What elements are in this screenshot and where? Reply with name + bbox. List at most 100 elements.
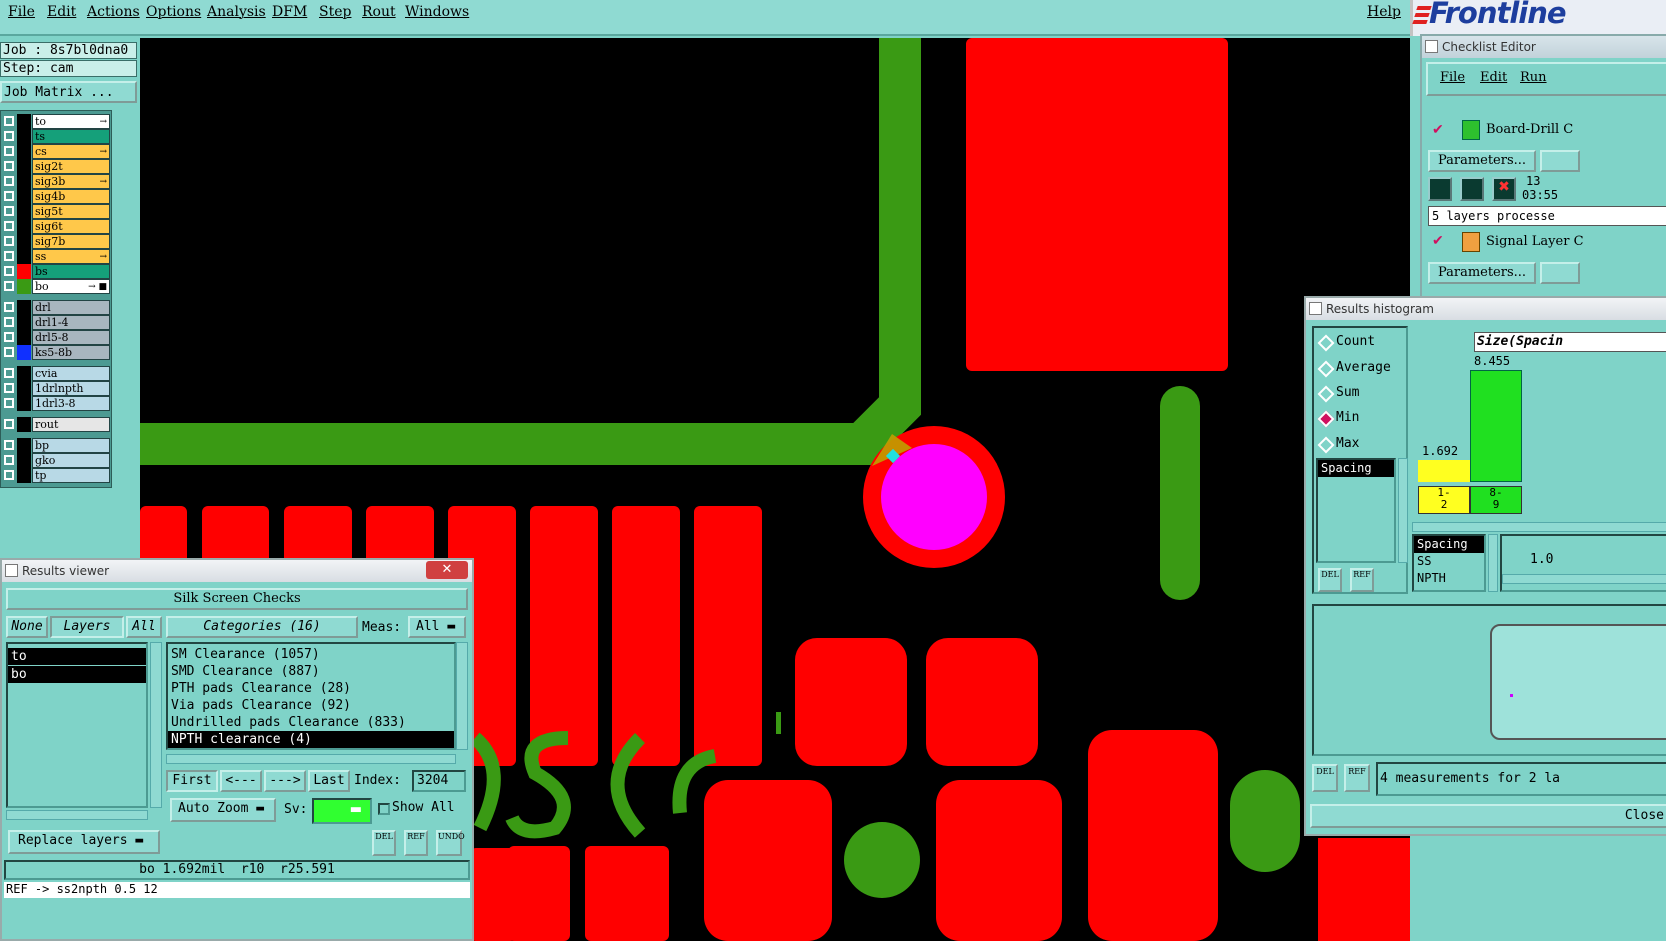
- layer-name[interactable]: ks5-8b: [32, 345, 110, 360]
- layer-checkbox[interactable]: [4, 455, 14, 465]
- checklist-menu-edit[interactable]: Edit: [1480, 70, 1507, 85]
- layer-color-swatch[interactable]: [17, 417, 31, 432]
- menu-edit[interactable]: Edit: [47, 4, 76, 20]
- layer-color-swatch[interactable]: [17, 345, 31, 360]
- check-icon[interactable]: ✔: [1432, 233, 1444, 249]
- layer-results-list[interactable]: to bo: [6, 642, 148, 808]
- del-icon[interactable]: DEL: [372, 830, 396, 856]
- layer-checkbox[interactable]: [4, 281, 14, 291]
- layer-checkbox[interactable]: [4, 251, 14, 261]
- first-button[interactable]: First: [166, 770, 218, 792]
- scrollbar[interactable]: [166, 754, 456, 764]
- radio-min[interactable]: [1317, 410, 1335, 428]
- layer-color-swatch[interactable]: [17, 315, 31, 330]
- layer-checkbox[interactable]: [4, 131, 14, 141]
- scrollbar[interactable]: [150, 642, 162, 808]
- checklist-menu-run[interactable]: Run: [1520, 70, 1547, 85]
- option-sum[interactable]: Sum: [1336, 385, 1359, 400]
- layer-checkbox[interactable]: [4, 161, 14, 171]
- menu-windows[interactable]: Windows: [405, 4, 469, 20]
- prev-button[interactable]: <---: [220, 770, 262, 792]
- layer-row-sig7b[interactable]: sig7b: [1, 234, 111, 249]
- sub-list-item[interactable]: Spacing: [1414, 536, 1484, 553]
- layer-result-item[interactable]: to: [8, 648, 146, 665]
- layer-row-sig4b[interactable]: sig4b: [1, 189, 111, 204]
- layer-row-drl[interactable]: drl: [1, 300, 111, 315]
- layer-color-swatch[interactable]: [17, 219, 31, 234]
- layer-color-swatch[interactable]: [17, 381, 31, 396]
- scrollbar[interactable]: [456, 642, 468, 750]
- show-all-checkbox[interactable]: [378, 803, 390, 815]
- del-icon[interactable]: DEL: [1318, 568, 1342, 592]
- layer-name[interactable]: sig5t: [32, 204, 110, 219]
- layer-name[interactable]: sig2t: [32, 159, 110, 174]
- option-count[interactable]: Count: [1336, 334, 1375, 349]
- layer-name[interactable]: to →: [32, 114, 110, 129]
- layer-name[interactable]: bp: [32, 438, 110, 453]
- layer-color-swatch[interactable]: [17, 144, 31, 159]
- params-extra-button-2[interactable]: [1540, 262, 1580, 284]
- menu-dfm[interactable]: DFM: [272, 4, 307, 20]
- sub-list-item[interactable]: NPTH: [1414, 570, 1484, 587]
- radio-average[interactable]: [1317, 360, 1335, 378]
- checklist-item-2[interactable]: Signal Layer C: [1486, 234, 1584, 249]
- layer-name[interactable]: rout: [32, 417, 110, 432]
- layer-checkbox[interactable]: [4, 206, 14, 216]
- auto-zoom-dropdown[interactable]: Auto Zoom ▬: [170, 798, 276, 822]
- layer-checkbox[interactable]: [4, 146, 14, 156]
- layer-row-drl1-4[interactable]: drl1-4: [1, 315, 111, 330]
- layer-name[interactable]: drl: [32, 300, 110, 315]
- layer-color-swatch[interactable]: [17, 234, 31, 249]
- layer-checkbox[interactable]: [4, 470, 14, 480]
- undo-icon[interactable]: UNDO: [436, 830, 465, 856]
- scrollbar[interactable]: [1488, 534, 1498, 592]
- option-min[interactable]: Min: [1336, 410, 1359, 425]
- histogram-bar[interactable]: [1418, 460, 1470, 482]
- layer-color-swatch[interactable]: [17, 264, 31, 279]
- radio-count[interactable]: [1317, 334, 1335, 352]
- categories-button[interactable]: Categories (16): [166, 616, 358, 638]
- layer-row-sig5t[interactable]: sig5t: [1, 204, 111, 219]
- layer-name[interactable]: bo → ■: [32, 279, 110, 294]
- layer-row-sig6t[interactable]: sig6t: [1, 219, 111, 234]
- layer-row-1drlnpth[interactable]: 1drlnpth: [1, 381, 111, 396]
- layer-name[interactable]: gko: [32, 453, 110, 468]
- layer-color-swatch[interactable]: [17, 279, 31, 294]
- layer-color-swatch[interactable]: [17, 396, 31, 411]
- layer-checkbox[interactable]: [4, 266, 14, 276]
- checklist-item-1[interactable]: Board-Drill C: [1486, 122, 1573, 137]
- check-icon[interactable]: ✔: [1432, 122, 1444, 138]
- last-button[interactable]: Last: [308, 770, 350, 792]
- layer-color-swatch[interactable]: [17, 174, 31, 189]
- layer-name[interactable]: 1drlnpth: [32, 381, 110, 396]
- index-input[interactable]: 3204: [412, 770, 466, 792]
- layer-checkbox[interactable]: [4, 221, 14, 231]
- close-button[interactable]: Close: [1310, 804, 1666, 828]
- category-item[interactable]: Via pads Clearance (92): [168, 697, 454, 714]
- replace-layers-dropdown[interactable]: Replace layers ▬: [8, 830, 160, 854]
- category-item[interactable]: NPTH clearance (4): [168, 731, 454, 748]
- layer-name[interactable]: cs →: [32, 144, 110, 159]
- ref-icon[interactable]: REF: [1344, 764, 1370, 792]
- layer-name[interactable]: 1drl3-8: [32, 396, 110, 411]
- sv-dropdown[interactable]: ▬: [312, 798, 372, 824]
- tab-all[interactable]: All: [126, 616, 162, 638]
- layer-row-gko[interactable]: gko: [1, 453, 111, 468]
- tab-none[interactable]: None: [6, 616, 48, 638]
- menu-actions[interactable]: Actions: [87, 4, 140, 20]
- layer-name[interactable]: bs: [32, 264, 110, 279]
- layer-checkbox[interactable]: [4, 419, 14, 429]
- layer-checkbox[interactable]: [4, 347, 14, 357]
- layer-checkbox[interactable]: [4, 176, 14, 186]
- ref-icon[interactable]: REF: [404, 830, 428, 856]
- layer-row-sig2t[interactable]: sig2t: [1, 159, 111, 174]
- layer-checkbox[interactable]: [4, 317, 14, 327]
- layer-result-item[interactable]: bo: [8, 666, 146, 683]
- layer-row-ts[interactable]: ts: [1, 129, 111, 144]
- ref-icon[interactable]: REF: [1350, 568, 1374, 592]
- sub-list-item[interactable]: SS: [1414, 553, 1484, 570]
- layer-checkbox[interactable]: [4, 332, 14, 342]
- layer-row-cs[interactable]: cs →: [1, 144, 111, 159]
- layer-name[interactable]: sig7b: [32, 234, 110, 249]
- checklist-menu-file[interactable]: File: [1440, 70, 1465, 85]
